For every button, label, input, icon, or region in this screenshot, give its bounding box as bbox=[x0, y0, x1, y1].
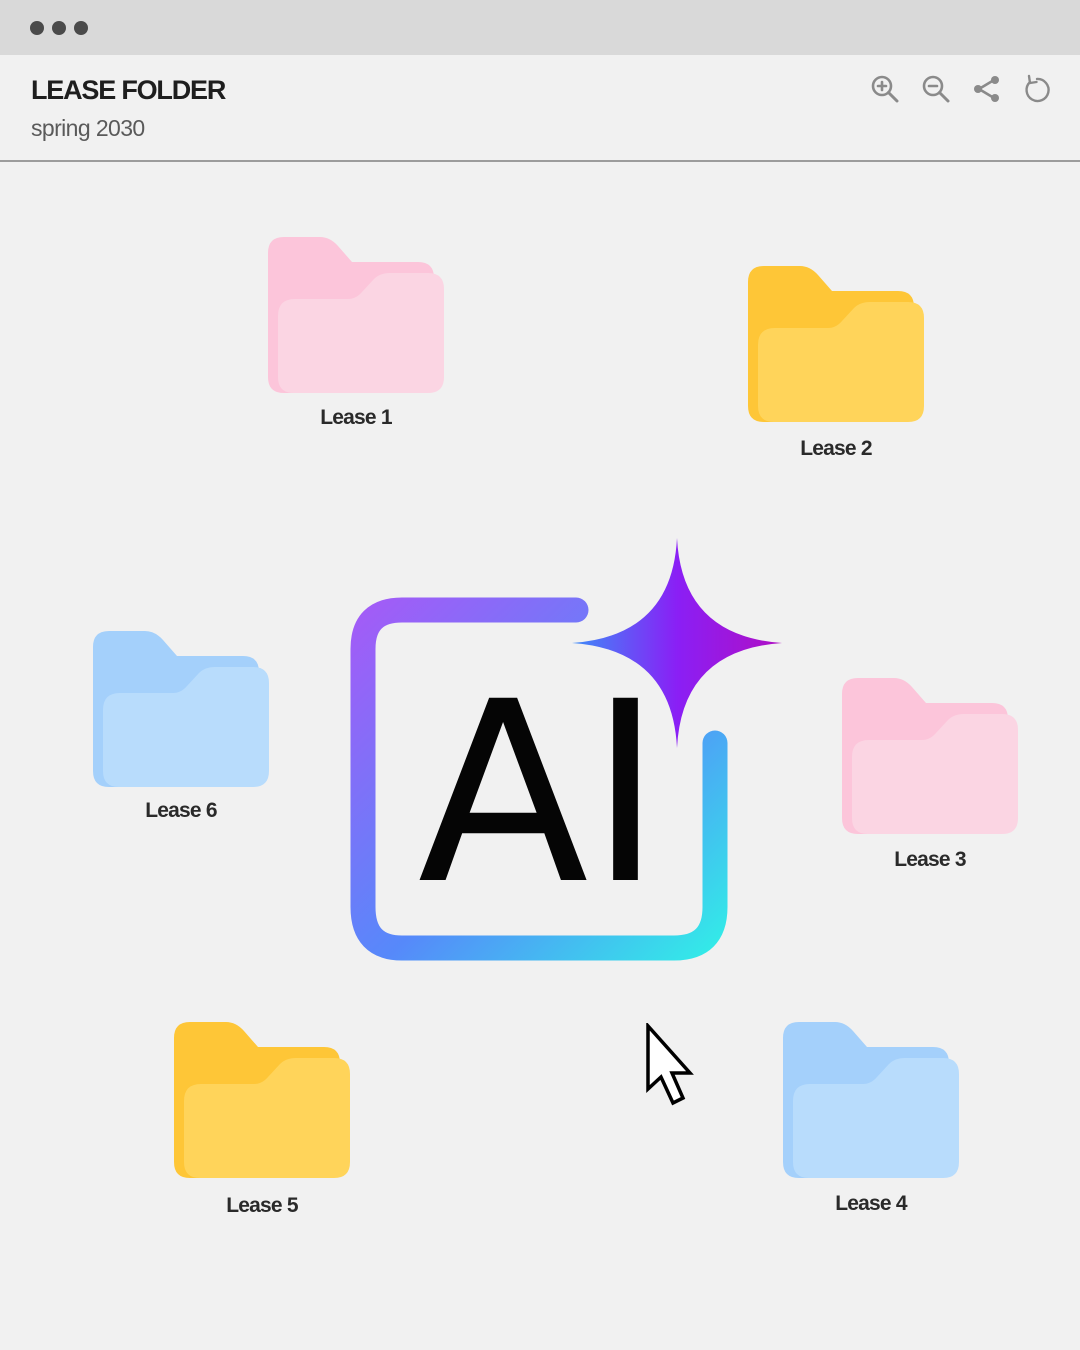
folder-lease-5[interactable]: Lease 5 bbox=[174, 1022, 350, 1217]
window-control-dot[interactable] bbox=[30, 21, 44, 35]
folder-icon bbox=[783, 1022, 959, 1178]
folder-label: Lease 2 bbox=[800, 437, 872, 460]
folder-label: Lease 4 bbox=[835, 1192, 907, 1215]
page-title: LEASE FOLDER bbox=[31, 75, 226, 105]
folder-icon bbox=[93, 631, 269, 787]
ai-text: AI bbox=[418, 648, 663, 939]
folder-label: Lease 1 bbox=[320, 406, 392, 429]
zoom-in-icon bbox=[871, 75, 899, 103]
share-icon bbox=[974, 76, 999, 102]
zoom-out-button[interactable] bbox=[918, 71, 954, 107]
refresh-icon bbox=[1025, 74, 1050, 103]
folder-lease-2[interactable]: Lease 2 bbox=[748, 266, 924, 460]
ai-logo: AI bbox=[340, 530, 790, 985]
folder-icon bbox=[268, 237, 444, 393]
window-titlebar bbox=[0, 0, 1080, 55]
share-button[interactable] bbox=[969, 71, 1005, 107]
zoom-in-button[interactable] bbox=[867, 71, 903, 107]
folder-lease-6[interactable]: Lease 6 bbox=[93, 631, 269, 822]
folder-icon bbox=[174, 1022, 350, 1178]
folder-label: Lease 6 bbox=[145, 799, 217, 822]
folder-icon bbox=[842, 678, 1018, 834]
folder-lease-4[interactable]: Lease 4 bbox=[783, 1022, 959, 1215]
page-subtitle: spring 2030 bbox=[31, 115, 145, 141]
folder-header: LEASE FOLDER spring 2030 bbox=[0, 55, 1080, 162]
folder-label: Lease 3 bbox=[894, 848, 966, 871]
folder-lease-3[interactable]: Lease 3 bbox=[842, 678, 1018, 871]
zoom-out-icon bbox=[922, 75, 950, 103]
window-control-dot[interactable] bbox=[52, 21, 66, 35]
mouse-cursor-icon bbox=[645, 1021, 697, 1114]
folder-label: Lease 5 bbox=[226, 1194, 298, 1217]
window-control-dot[interactable] bbox=[74, 21, 88, 35]
folder-icon bbox=[748, 266, 924, 422]
folder-lease-1[interactable]: Lease 1 bbox=[268, 237, 444, 429]
refresh-button[interactable] bbox=[1018, 71, 1054, 107]
